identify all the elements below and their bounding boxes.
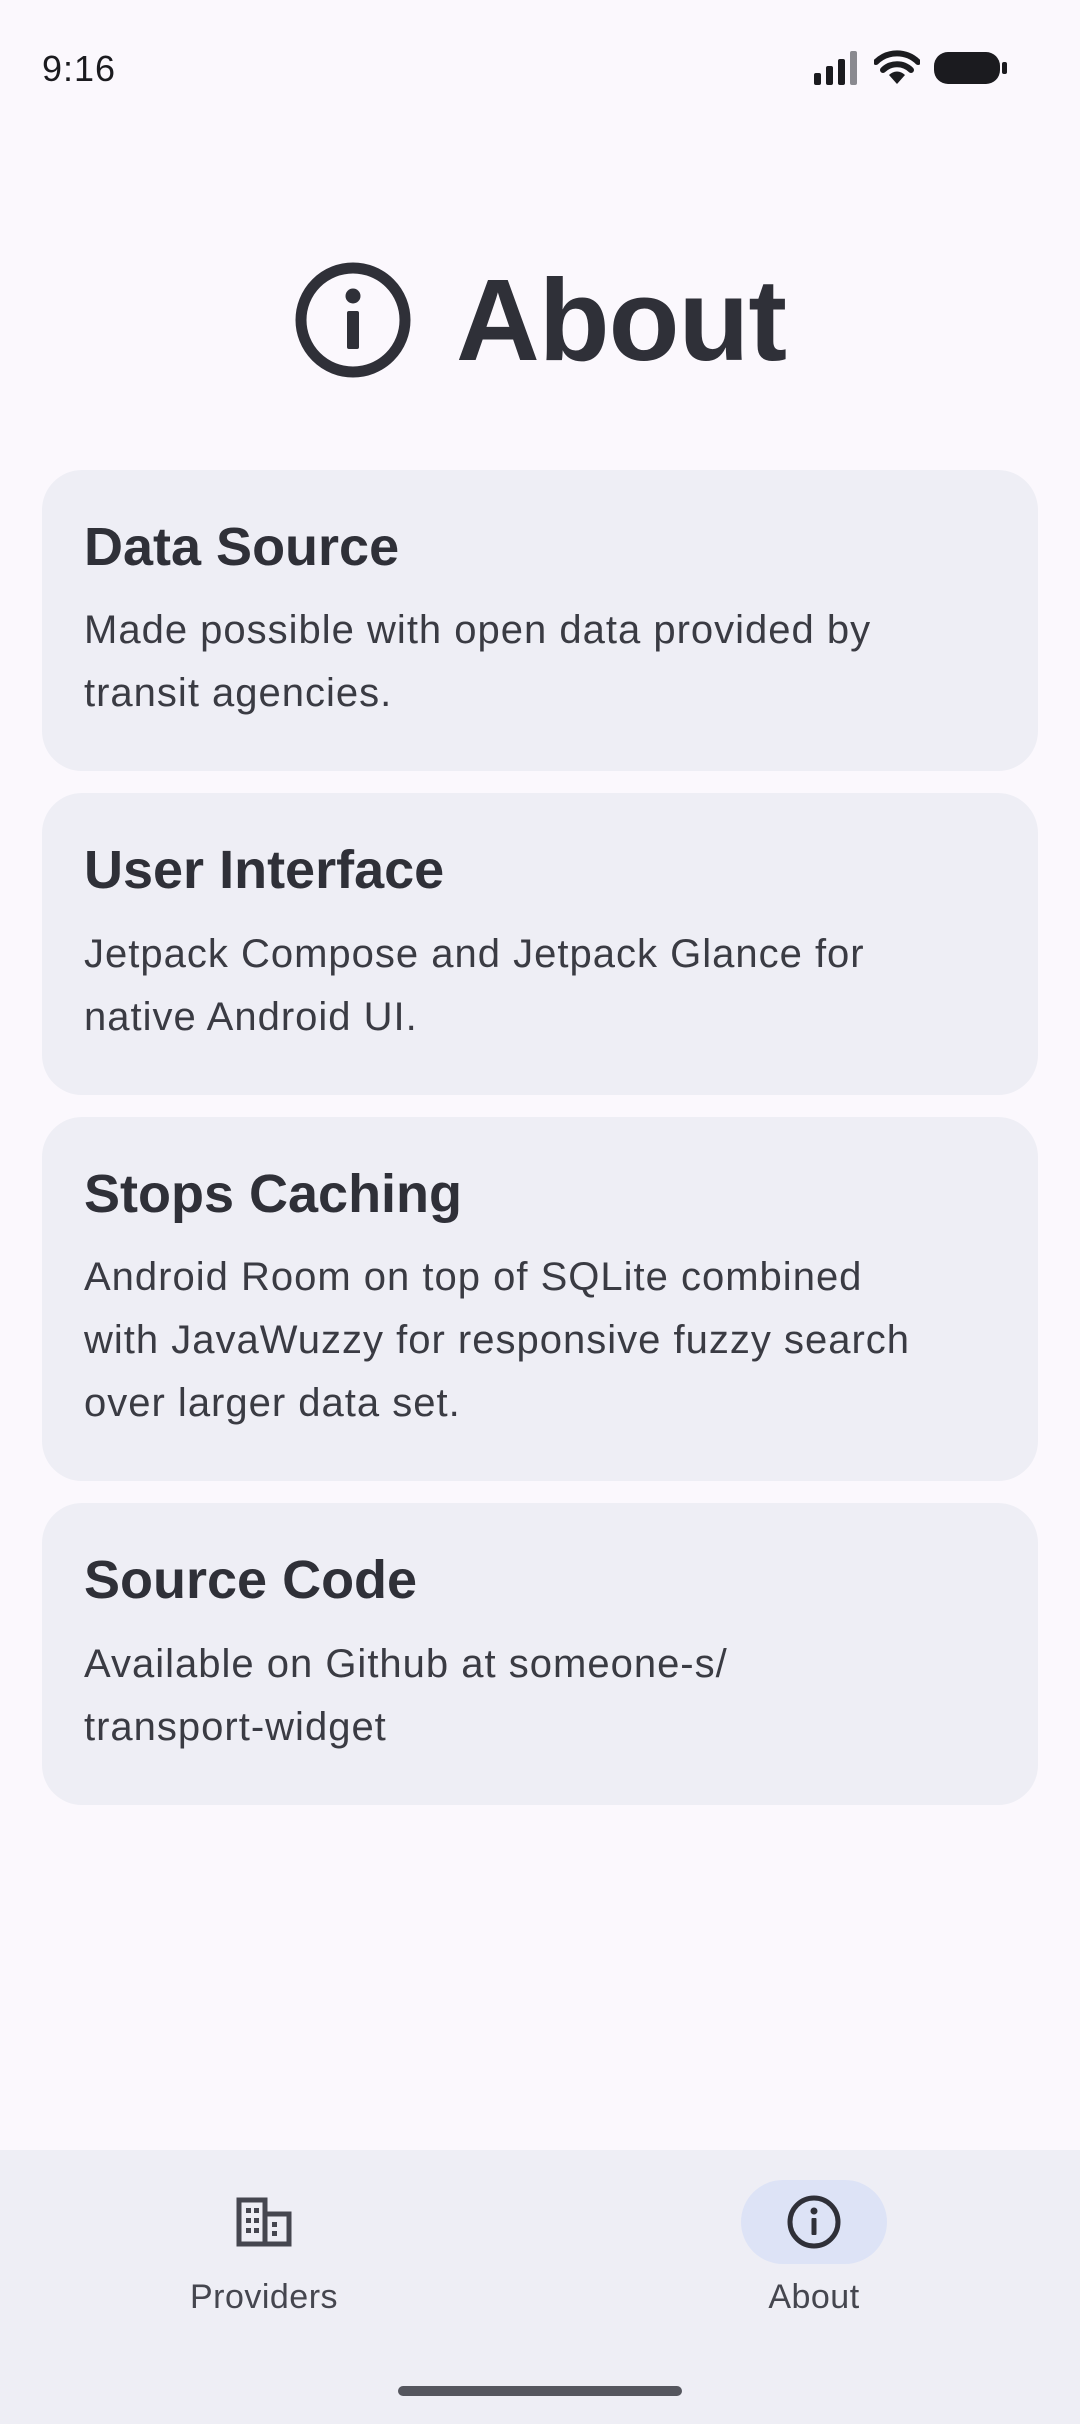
card-text-line: with JavaWuzzy for responsive fuzzy sear… [84, 1318, 911, 1363]
user-interface-card: User Interface Jetpack Compose and Jetpa… [42, 793, 1038, 1095]
card-text-line: Jetpack Compose and Jetpack Glance for [84, 931, 865, 976]
nav-active-indicator [741, 2180, 887, 2264]
page-header: About [0, 250, 1080, 390]
building-icon [236, 2197, 292, 2247]
card-description: Jetpack Compose and Jetpack Glance for n… [84, 923, 996, 1049]
nav-item-about[interactable]: About [664, 2180, 964, 2317]
nav-item-providers[interactable]: Providers [114, 2180, 414, 2317]
nav-icon-container [191, 2180, 337, 2264]
card-text-line: Made possible with open data provided by [84, 608, 872, 653]
nav-label: About [768, 2278, 860, 2316]
card-description: Android Room on top of SQLite combined w… [84, 1246, 996, 1435]
card-text-line: native Android UI. [84, 994, 418, 1039]
card-title: User Interface [84, 840, 445, 901]
wifi-icon [874, 50, 920, 84]
about-card-list: Data Source Made possible with open data… [42, 470, 1038, 1827]
card-text-line: Available on Github at someone-s/ [84, 1641, 728, 1686]
signal-icon [814, 51, 857, 85]
info-icon [787, 2195, 841, 2249]
page-title: About [456, 255, 787, 385]
status-icons [814, 50, 1008, 86]
stops-caching-card: Stops Caching Android Room on top of SQL… [42, 1116, 1038, 1482]
card-text-line: transit agencies. [84, 671, 393, 716]
data-source-card: Data Source Made possible with open data… [42, 470, 1038, 772]
card-title: Data Source [84, 517, 400, 577]
status-bar: 9:16 [0, 0, 1080, 140]
home-indicator[interactable] [398, 2386, 682, 2396]
bottom-navigation-bar: Providers About [0, 2150, 1080, 2424]
source-code-card: Source Code Available on Github at someo… [42, 1503, 1038, 1805]
card-title: Stops Caching [84, 1163, 463, 1224]
card-description: Available on Github at someone-s/ transp… [84, 1633, 996, 1759]
status-time: 9:16 [42, 48, 117, 89]
card-text-line: over larger data set. [84, 1381, 461, 1426]
card-title: Source Code [84, 1550, 418, 1611]
battery-icon [934, 52, 1007, 84]
info-icon [295, 262, 411, 378]
card-text-line: transport-widget [84, 1704, 387, 1749]
card-text-line: Android Room on top of SQLite combined [84, 1255, 863, 1300]
nav-label: Providers [189, 2278, 339, 2316]
card-description: Made possible with open data provided by… [84, 599, 996, 725]
